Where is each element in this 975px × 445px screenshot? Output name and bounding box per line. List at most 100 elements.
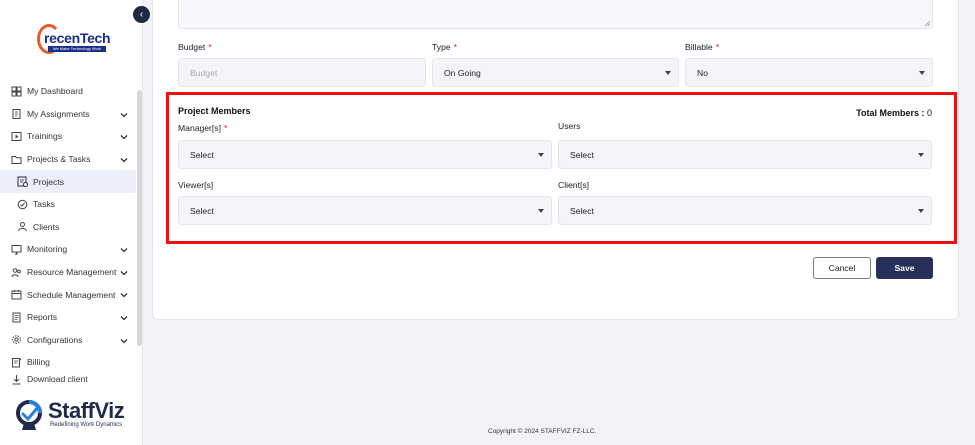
sidebar-item-download-client[interactable]: Download client: [0, 374, 136, 386]
sidebar-item-projects-tasks[interactable]: Projects & Tasks: [0, 148, 136, 171]
chevron-down-icon: [120, 132, 128, 142]
billable-label: Billable *: [685, 42, 719, 52]
staffviz-logo-icon: [16, 400, 42, 430]
projects-icon: [16, 176, 28, 188]
chevron-down-icon: [120, 110, 128, 120]
description-textarea[interactable]: [178, 0, 933, 29]
sidebar: recenTech We Make Technology Work My Das…: [0, 0, 143, 445]
billing-icon: [10, 356, 22, 368]
save-button[interactable]: Save: [876, 257, 933, 279]
sidebar-item-label: My Assignments: [27, 108, 90, 119]
user-icon: [16, 221, 28, 233]
chevron-down-icon: [120, 245, 128, 255]
sidebar-item-label: My Dashboard: [27, 86, 83, 97]
clients-select[interactable]: Select: [558, 196, 932, 225]
chevron-down-icon: [120, 290, 128, 300]
monitor-icon: [10, 243, 22, 255]
users-select[interactable]: Select: [558, 140, 932, 169]
sidebar-collapse-button[interactable]: ‹: [133, 6, 150, 23]
sidebar-item-monitoring[interactable]: Monitoring: [0, 238, 136, 261]
required-asterisk: *: [208, 42, 212, 52]
sidebar-item-billing[interactable]: Billing: [0, 351, 136, 374]
viewers-label: Viewer[s]: [178, 180, 214, 190]
chevron-down-icon: [120, 268, 128, 278]
chevron-down-icon: [120, 313, 128, 323]
sidebar-item-clients[interactable]: Clients: [0, 216, 136, 239]
users-label: Users: [558, 121, 581, 131]
viewers-value: Select: [190, 205, 214, 216]
cancel-button[interactable]: Cancel: [813, 257, 871, 279]
chevron-down-icon: [120, 155, 128, 165]
dropdown-caret-icon: [919, 71, 925, 75]
sidebar-item-reports[interactable]: Reports: [0, 306, 136, 329]
sidebar-nav: My Dashboard My Assignments Trainings Proje…: [0, 80, 136, 386]
sidebar-item-label: Projects: [33, 176, 65, 187]
billable-select[interactable]: No: [685, 58, 933, 87]
billable-label-text: Billable: [685, 42, 713, 52]
chevron-down-icon: [120, 336, 128, 346]
total-members: Total Members : 0: [856, 108, 932, 118]
sidebar-item-resource-management[interactable]: Resource Management: [0, 261, 136, 284]
required-asterisk: *: [715, 42, 720, 52]
sidebar-item-projects[interactable]: Projects: [0, 170, 136, 193]
type-select[interactable]: On Going: [432, 58, 679, 87]
sidebar-item-my-dashboard[interactable]: My Dashboard: [0, 80, 136, 103]
managers-label-text: Manager[s]: [178, 123, 221, 133]
budget-label-text: Budget: [178, 42, 206, 52]
resize-handle-icon[interactable]: [924, 20, 930, 26]
download-icon: [10, 374, 22, 386]
sidebar-scrollbar[interactable]: [137, 90, 142, 346]
total-members-count: 0: [926, 108, 932, 118]
dropdown-caret-icon: [538, 153, 544, 157]
folder-icon: [10, 153, 22, 165]
sidebar-item-label: Resource Management: [27, 267, 117, 278]
clipboard-icon: [10, 108, 22, 120]
type-label: Type *: [432, 42, 457, 52]
sidebar-item-label: Download client: [27, 373, 88, 384]
sidebar-item-configurations[interactable]: Configurations: [0, 329, 136, 352]
type-label-text: Type: [432, 42, 451, 52]
dashboard-icon: [10, 85, 22, 97]
sidebar-item-label: Billing: [27, 357, 50, 368]
sidebar-item-label: Configurations: [27, 334, 83, 345]
sidebar-item-schedule-management[interactable]: Schedule Management: [0, 283, 136, 306]
footer-copyright: Copyright © 2024 STAFFVIZ FZ-LLC.: [488, 428, 597, 435]
chevron-left-icon: ‹: [139, 9, 144, 20]
check-circle-icon: [16, 198, 28, 210]
required-asterisk: *: [453, 42, 457, 52]
sidebar-item-tasks[interactable]: Tasks: [0, 193, 136, 216]
dropdown-caret-icon: [665, 71, 671, 75]
company-logo[interactable]: recenTech We Make Technology Work: [36, 22, 111, 58]
dropdown-caret-icon: [538, 209, 544, 213]
type-value: On Going: [444, 67, 481, 78]
brand-tagline: Redefining Work Dynamics: [50, 422, 123, 428]
dropdown-caret-icon: [918, 209, 924, 213]
managers-value: Select: [190, 149, 214, 160]
sidebar-item-label: Projects & Tasks: [27, 154, 91, 165]
budget-input[interactable]: Budget: [178, 58, 426, 87]
sidebar-item-label: Reports: [27, 312, 58, 323]
managers-select[interactable]: Select: [178, 140, 552, 169]
calendar-icon: [10, 289, 22, 301]
sidebar-item-label: Monitoring: [27, 244, 68, 255]
people-icon: [10, 266, 22, 278]
sidebar-item-my-assignments[interactable]: My Assignments: [0, 103, 136, 126]
users-value: Select: [570, 149, 594, 160]
budget-label: Budget *: [178, 42, 212, 52]
report-icon: [10, 311, 22, 323]
sidebar-item-trainings[interactable]: Trainings: [0, 125, 136, 148]
budget-placeholder: Budget: [190, 67, 218, 78]
dropdown-caret-icon: [918, 153, 924, 157]
brand-name: StaffViz: [48, 398, 125, 423]
total-members-label: Total Members :: [856, 108, 927, 118]
sidebar-item-label: Trainings: [27, 131, 63, 142]
sidebar-item-label: Tasks: [33, 199, 55, 210]
managers-label: Manager[s] *: [178, 123, 227, 133]
billable-value: No: [697, 67, 708, 78]
logo-tagline: We Make Technology Work: [48, 46, 106, 52]
clients-label: Client[s]: [558, 180, 590, 190]
logo-text: recenTech: [44, 30, 111, 46]
sidebar-item-label: Clients: [33, 221, 60, 232]
gear-icon: [10, 334, 22, 346]
viewers-select[interactable]: Select: [178, 196, 552, 225]
